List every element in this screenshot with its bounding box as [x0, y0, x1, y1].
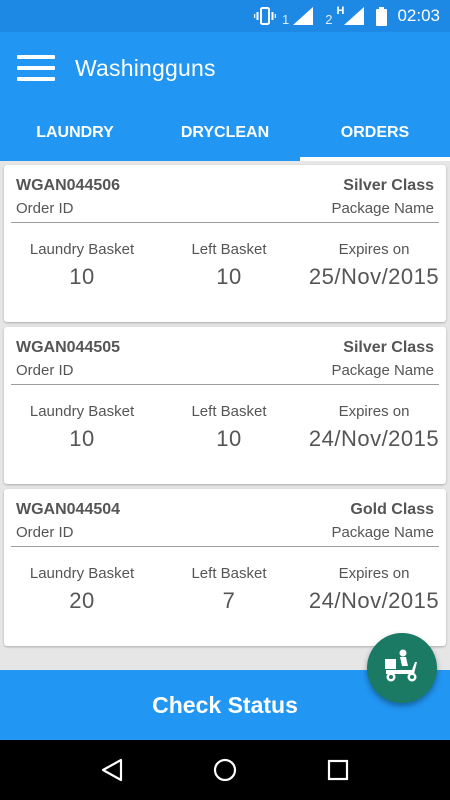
laundry-basket-label: Laundry Basket [29, 565, 135, 582]
laundry-basket-label: Laundry Basket [29, 403, 135, 420]
package-name-label: Package Name [331, 200, 434, 217]
laundry-basket-label: Laundry Basket [29, 241, 135, 258]
tab-orders[interactable]: ORDERS [300, 104, 450, 161]
left-basket-value: 10 [216, 426, 242, 451]
order-id-value: WGAN044506 [16, 177, 121, 194]
order-card[interactable]: WGAN044504 Order ID Gold Class Package N… [4, 489, 446, 646]
expires-label: Expires on [338, 241, 410, 258]
expires-value: 24/Nov/2015 [308, 426, 440, 451]
divider [11, 222, 439, 223]
order-id-value: WGAN044505 [16, 339, 121, 356]
sim1-label: 1 [282, 11, 290, 27]
expires-label: Expires on [338, 403, 410, 420]
left-basket-label: Left Basket [191, 241, 267, 258]
app-title: Washingguns [75, 54, 216, 81]
expires-stat: Expires on 25/Nov/2015 [304, 241, 444, 290]
hamburger-menu-icon[interactable] [17, 55, 55, 81]
expires-stat: Expires on 24/Nov/2015 [304, 403, 444, 452]
recents-icon[interactable] [318, 750, 358, 790]
back-icon[interactable] [92, 750, 132, 790]
package-name-label: Package Name [331, 362, 434, 379]
home-icon[interactable] [205, 750, 245, 790]
left-basket-value: 10 [216, 264, 242, 289]
clock: 02:03 [397, 6, 440, 25]
signal-icon [293, 7, 314, 25]
delivery-scooter-icon [382, 648, 422, 689]
divider [11, 384, 439, 385]
network-type-label: H [336, 5, 345, 17]
signal-icon [344, 7, 365, 25]
order-id-label: Order ID [16, 200, 74, 217]
package-name-value: Gold Class [350, 501, 434, 518]
laundry-basket-stat: Laundry Basket 20 [22, 565, 142, 614]
system-navigation-bar [0, 740, 450, 800]
tab-dryclean[interactable]: DRYCLEAN [150, 104, 300, 161]
expires-value: 24/Nov/2015 [308, 588, 440, 613]
expires-label: Expires on [338, 565, 410, 582]
delivery-scooter-fab[interactable] [367, 633, 437, 703]
laundry-basket-stat: Laundry Basket 10 [22, 403, 142, 452]
order-id-value: WGAN044504 [16, 501, 121, 518]
left-basket-stat: Left Basket 10 [170, 403, 288, 452]
battery-icon [376, 6, 388, 26]
order-id-label: Order ID [16, 524, 74, 541]
package-name-value: Silver Class [343, 177, 434, 194]
left-basket-value: 7 [222, 588, 236, 613]
expires-stat: Expires on 24/Nov/2015 [304, 565, 444, 614]
sim2-label: 2 [325, 11, 333, 27]
expires-value: 25/Nov/2015 [308, 264, 440, 289]
left-basket-label: Left Basket [191, 565, 267, 582]
tab-laundry[interactable]: LAUNDRY [0, 104, 150, 161]
laundry-basket-value: 20 [69, 588, 95, 613]
divider [11, 546, 439, 547]
package-name-label: Package Name [331, 524, 434, 541]
order-card[interactable]: WGAN044506 Order ID Silver Class Package… [4, 165, 446, 322]
left-basket-stat: Left Basket 10 [170, 241, 288, 290]
laundry-basket-value: 10 [69, 264, 95, 289]
app-bar: Washingguns [0, 32, 450, 104]
order-card[interactable]: WGAN044505 Order ID Silver Class Package… [4, 327, 446, 484]
laundry-basket-stat: Laundry Basket 10 [22, 241, 142, 290]
left-basket-stat: Left Basket 7 [170, 565, 288, 614]
laundry-basket-value: 10 [69, 426, 95, 451]
orders-list[interactable]: WGAN044506 Order ID Silver Class Package… [0, 161, 450, 670]
order-id-label: Order ID [16, 362, 74, 379]
package-name-value: Silver Class [343, 339, 434, 356]
status-bar: 1 2 H 02:03 [0, 0, 450, 32]
tab-bar: LAUNDRY DRYCLEAN ORDERS [0, 104, 450, 161]
vibrate-icon [254, 7, 277, 25]
left-basket-label: Left Basket [191, 403, 267, 420]
